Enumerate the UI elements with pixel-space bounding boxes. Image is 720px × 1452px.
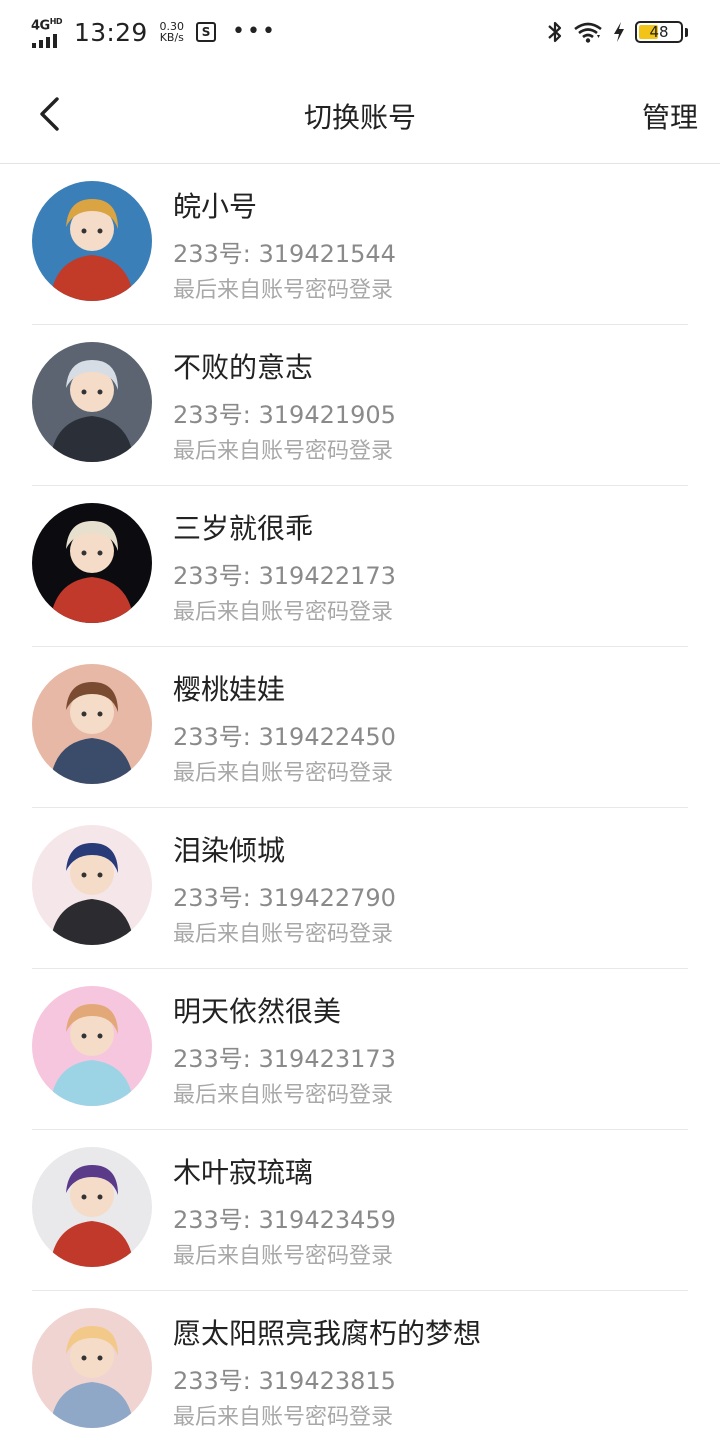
battery-level: 48 <box>649 23 669 41</box>
account-login-method: 最后来自账号密码登录 <box>173 1244 394 1269</box>
charging-icon <box>614 22 624 42</box>
account-id: 233号: 319422450 <box>173 723 396 751</box>
account-item[interactable]: 皖小号 233号: 319421544 最后来自账号密码登录 <box>0 164 720 325</box>
network-speed: 0.30 KB/s <box>159 20 185 44</box>
account-login-method: 最后来自账号密码登录 <box>173 1405 394 1430</box>
avatar-image <box>32 1308 152 1428</box>
avatar <box>32 825 152 945</box>
account-login-method: 最后来自账号密码登录 <box>173 922 394 947</box>
account-name: 三岁就很乖 <box>173 512 314 545</box>
network-signal-icon: 4GHD <box>30 16 68 48</box>
wifi-icon <box>574 22 602 43</box>
avatar-image <box>32 664 152 784</box>
avatar-image <box>32 503 152 623</box>
account-name: 泪染倾城 <box>173 834 286 867</box>
nav-bar: 切换账号 管理 <box>0 66 720 164</box>
account-name: 木叶寂琉璃 <box>173 1156 314 1189</box>
sim-status-icon: S <box>196 22 217 42</box>
account-login-method: 最后来自账号密码登录 <box>173 1083 394 1108</box>
account-item[interactable]: 泪染倾城 233号: 319422790 最后来自账号密码登录 <box>0 808 720 969</box>
avatar <box>32 986 152 1106</box>
status-time: 13:29 <box>74 17 148 47</box>
account-name: 不败的意志 <box>173 351 314 384</box>
account-name: 愿太阳照亮我腐朽的梦想 <box>173 1317 482 1350</box>
status-bar: 4GHD 13:29 0.30 KB/s S ••• 48 <box>0 0 720 66</box>
account-item[interactable]: 愿太阳照亮我腐朽的梦想 233号: 319423815 最后来自账号密码登录 <box>0 1291 720 1452</box>
battery-icon: 48 <box>635 21 683 43</box>
manage-button[interactable]: 管理 <box>642 96 698 136</box>
avatar <box>32 664 152 784</box>
account-login-method: 最后来自账号密码登录 <box>173 600 394 625</box>
avatar <box>32 503 152 623</box>
avatar-image <box>32 181 152 301</box>
avatar-image <box>32 1147 152 1267</box>
status-left: 4GHD 13:29 0.30 KB/s S ••• <box>30 14 277 50</box>
account-item[interactable]: 樱桃娃娃 233号: 319422450 最后来自账号密码登录 <box>0 647 720 808</box>
account-id: 233号: 319422173 <box>173 562 396 590</box>
account-id: 233号: 319422790 <box>173 884 396 912</box>
network-type: 4GHD <box>31 17 63 34</box>
account-id: 233号: 319421905 <box>173 401 396 429</box>
account-login-method: 最后来自账号密码登录 <box>173 761 394 786</box>
avatar <box>32 1308 152 1428</box>
account-id: 233号: 319423173 <box>173 1045 396 1073</box>
status-right: 48 <box>547 16 688 48</box>
account-item[interactable]: 不败的意志 233号: 319421905 最后来自账号密码登录 <box>0 325 720 486</box>
account-list: 皖小号 233号: 319421544 最后来自账号密码登录 不败的意志 233… <box>0 164 720 1452</box>
avatar <box>32 1147 152 1267</box>
avatar <box>32 181 152 301</box>
avatar-image <box>32 342 152 462</box>
account-item[interactable]: 三岁就很乖 233号: 319422173 最后来自账号密码登录 <box>0 486 720 647</box>
account-name: 皖小号 <box>173 190 258 223</box>
account-login-method: 最后来自账号密码登录 <box>173 439 394 464</box>
account-item[interactable]: 明天依然很美 233号: 319423173 最后来自账号密码登录 <box>0 969 720 1130</box>
account-login-method: 最后来自账号密码登录 <box>173 278 394 303</box>
battery-tip <box>685 27 688 37</box>
account-name: 明天依然很美 <box>173 995 342 1028</box>
page-title: 切换账号 <box>303 101 416 134</box>
avatar-image <box>32 986 152 1106</box>
account-name: 樱桃娃娃 <box>173 673 286 706</box>
avatar <box>32 342 152 462</box>
account-item[interactable]: 木叶寂琉璃 233号: 319423459 最后来自账号密码登录 <box>0 1130 720 1291</box>
account-id: 233号: 319423815 <box>173 1367 396 1395</box>
more-notifications-icon: ••• <box>232 19 277 44</box>
avatar-image <box>32 825 152 945</box>
bluetooth-icon <box>548 21 562 43</box>
account-id: 233号: 319423459 <box>173 1206 396 1234</box>
account-id: 233号: 319421544 <box>173 240 396 268</box>
